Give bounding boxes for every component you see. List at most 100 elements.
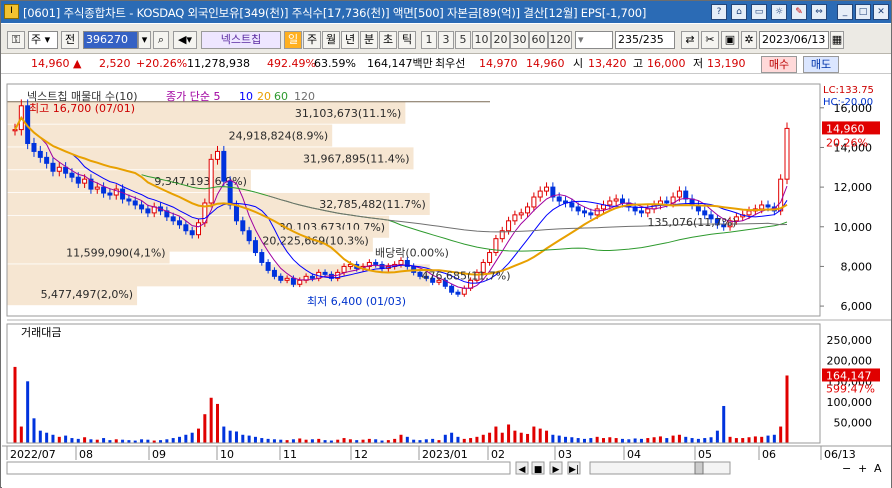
market-select[interactable]: 주 ▾ <box>28 31 58 49</box>
low-price: 13,190 <box>707 57 746 70</box>
volume-bar <box>703 438 707 443</box>
volume-bar <box>70 438 74 443</box>
period-button-1[interactable]: 1 <box>421 31 437 49</box>
candle-body <box>309 275 315 279</box>
volume-bar <box>766 435 770 443</box>
code-type-label[interactable]: 전 <box>61 31 79 49</box>
candle-body <box>227 180 233 206</box>
x-tick-label: 2022/07 <box>10 448 56 461</box>
chart-type-2[interactable]: 월 <box>322 31 340 49</box>
period-button-10[interactable]: 10 <box>472 31 491 49</box>
low-label: 저 <box>693 57 704 70</box>
trade-amount: 164,147백만 <box>367 57 433 70</box>
period-button-30[interactable]: 30 <box>510 31 529 49</box>
stock-chart[interactable]: 31,103,673(11.1%) 24,918,824(8.9%) 31,967,… <box>2 76 891 488</box>
code-dropdown-icon[interactable]: ▾ <box>138 31 151 49</box>
volume-bar <box>266 438 270 443</box>
volume-bar <box>494 426 498 443</box>
minimize-icon[interactable]: _ <box>837 4 853 20</box>
speaker-icon[interactable]: ◀▾ <box>173 31 197 49</box>
volume-bar <box>760 436 764 443</box>
sell-button[interactable]: 매도 <box>803 56 839 73</box>
volume-bar <box>570 437 574 443</box>
high-price: 16,000 <box>647 57 686 70</box>
volume-profile-label: 5,477,497(2,0%) <box>41 288 134 301</box>
volume-bar <box>253 436 257 443</box>
candle-body <box>664 200 670 204</box>
volume-bar <box>620 438 624 443</box>
close-icon[interactable]: ✕ <box>873 4 889 20</box>
search-icon[interactable]: ⌕ <box>153 31 169 49</box>
volume-bar <box>519 432 523 443</box>
volume-bar <box>715 430 719 443</box>
save-icon[interactable]: ▣ <box>721 31 739 49</box>
candle-body <box>214 150 220 160</box>
x-tick-label: 05 <box>698 448 712 461</box>
volume-profile-label: 31,103,673(11.1%) <box>295 107 402 120</box>
window-icon[interactable]: ▭ <box>751 4 767 20</box>
tool-icon[interactable]: ✂ <box>701 31 719 49</box>
period-button-120[interactable]: 120 <box>548 31 572 49</box>
candle-body <box>645 208 651 214</box>
profile-overlay-label: 135,076(11,7%) <box>647 216 736 229</box>
chart-type-5[interactable]: 초 <box>379 31 397 49</box>
scroll-end-glyph: ▶| <box>569 465 579 475</box>
volume-bar <box>272 439 276 443</box>
lock-icon[interactable]: ⚿ <box>7 31 25 49</box>
scroll-right-glyph: ▶ <box>553 465 560 475</box>
count-input[interactable]: 235/235 <box>615 31 675 49</box>
chart-type-4[interactable]: 분 <box>360 31 378 49</box>
help-icon[interactable]: ? <box>711 4 727 20</box>
period-input[interactable]: ▾ <box>575 31 613 49</box>
volume-bar <box>260 438 264 443</box>
volume-last-pct: 599.47% <box>826 382 875 395</box>
period-button-5[interactable]: 5 <box>455 31 471 49</box>
buy-button[interactable]: 매수 <box>761 56 797 73</box>
zoom-slider <box>589 461 731 475</box>
chart-type-3[interactable]: 년 <box>341 31 359 49</box>
stock-name-button[interactable]: 넥스트칩 <box>201 31 281 49</box>
volume-bar <box>89 439 93 443</box>
volume-bar <box>342 438 346 443</box>
volume-bar <box>658 436 662 443</box>
volume-bar <box>614 438 618 443</box>
candle-body <box>518 212 524 216</box>
candle-body <box>44 156 50 164</box>
candle-body <box>461 287 467 295</box>
candle-body <box>784 127 790 180</box>
link-icon[interactable]: ⇔ <box>811 4 827 20</box>
period-button-60[interactable]: 60 <box>529 31 548 49</box>
date-input[interactable]: 2023/06/13 <box>759 31 829 49</box>
period-button-20[interactable]: 20 <box>491 31 510 49</box>
pin-icon[interactable]: ✎ <box>791 4 807 20</box>
candle-body <box>69 172 75 178</box>
candle-body <box>569 202 575 208</box>
stock-code-input[interactable]: 396270 <box>83 31 138 49</box>
volume-bar <box>443 434 447 443</box>
candle-body <box>132 200 138 206</box>
volume-bar <box>348 439 352 443</box>
volume-bar <box>690 438 694 443</box>
last-pct-label: 20.26% <box>826 136 868 149</box>
chart-type-0[interactable]: 일 <box>284 31 302 49</box>
volume-bar <box>709 437 713 443</box>
calendar-icon[interactable]: ▦ <box>830 31 844 49</box>
h-scroll-track <box>6 461 511 475</box>
up-arrow-icon: ▲ <box>73 57 82 70</box>
home-icon[interactable]: ⌂ <box>731 4 747 20</box>
compare-icon[interactable]: ⇄ <box>681 31 699 49</box>
x-tick-label: 06/13 <box>824 448 856 461</box>
maximize-icon[interactable]: □ <box>855 4 871 20</box>
settings-icon[interactable]: ☼ <box>771 4 787 20</box>
gear-icon[interactable]: ✲ <box>741 31 757 49</box>
volume-tick-label: 250,000 <box>827 334 873 347</box>
volume-ratio: 492.49% <box>267 57 316 70</box>
volume-bar <box>64 435 68 443</box>
volume-bar <box>747 437 751 443</box>
current-price: 14,960 <box>31 57 70 70</box>
chart-type-1[interactable]: 주 <box>303 31 321 49</box>
price-tick-label: 12,000 <box>834 181 873 194</box>
period-button-3[interactable]: 3 <box>438 31 454 49</box>
volume-bar <box>197 428 201 443</box>
chart-type-6[interactable]: 틱 <box>398 31 416 49</box>
